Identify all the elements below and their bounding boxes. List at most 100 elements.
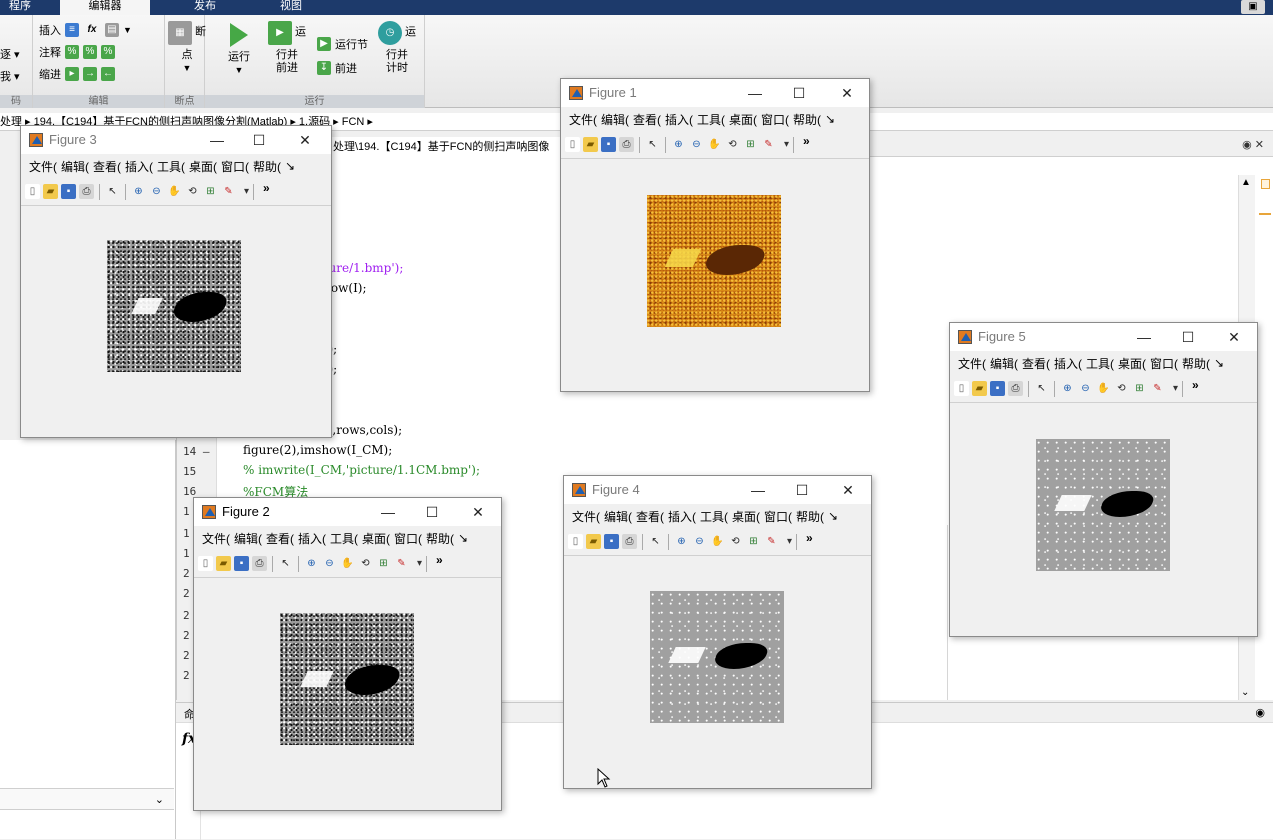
- figure-3-titlebar[interactable]: Figure 3 — ☐ ✕: [21, 126, 331, 154]
- figure-5-window[interactable]: Figure 5 — ☐ ✕ 文件(编辑(查看(插入(工具(桌面(窗口(帮助(↘…: [949, 322, 1258, 637]
- run-and-advance-button[interactable]: ▶ 运行并 前进: [267, 21, 307, 75]
- figure-3-window[interactable]: Figure 3 — ☐ ✕ 文件(编辑(查看(插入(工具(桌面(窗口(帮助(↘…: [20, 125, 332, 438]
- figure-canvas[interactable]: [21, 206, 331, 437]
- data-cursor-icon[interactable]: ⊞: [376, 556, 391, 571]
- figure-menu-item[interactable]: 编辑(: [234, 530, 262, 547]
- maximize-button[interactable]: ☐: [785, 83, 813, 103]
- zoom-in-icon[interactable]: ⊕: [671, 137, 686, 152]
- zoom-out-icon[interactable]: ⊖: [692, 534, 707, 549]
- figure-menu-item[interactable]: 插入(: [298, 530, 326, 547]
- chevron-down-icon[interactable]: ▾: [779, 137, 794, 152]
- maximize-button[interactable]: ☐: [1174, 327, 1202, 347]
- close-button[interactable]: ✕: [1220, 327, 1248, 347]
- save-icon[interactable]: ▪: [990, 381, 1005, 396]
- tab-publish[interactable]: 发布: [172, 0, 238, 15]
- ribbon-item[interactable]: 逐 ▾: [0, 45, 20, 63]
- warning-marker[interactable]: [1259, 213, 1271, 215]
- open-file-icon[interactable]: ▰: [583, 137, 598, 152]
- figure-4-window[interactable]: Figure 4 — ☐ ✕ 文件(编辑(查看(插入(工具(桌面(窗口(帮助(↘…: [563, 475, 872, 789]
- open-file-icon[interactable]: ▰: [586, 534, 601, 549]
- zoom-in-icon[interactable]: ⊕: [674, 534, 689, 549]
- zoom-in-icon[interactable]: ⊕: [131, 184, 146, 199]
- figure-menu-item[interactable]: 工具(: [330, 530, 358, 547]
- increase-indent-icon[interactable]: →: [83, 67, 97, 81]
- figure-menu-item[interactable]: 文件(: [29, 158, 57, 175]
- figure-menu-item[interactable]: 帮助(: [796, 508, 824, 525]
- smart-indent-icon[interactable]: ▸: [65, 67, 79, 81]
- close-button[interactable]: ✕: [291, 130, 319, 150]
- chevron-down-icon[interactable]: ▾: [782, 534, 797, 549]
- toolbar-overflow-button[interactable]: »: [1192, 378, 1199, 392]
- new-figure-icon[interactable]: ▯: [565, 137, 580, 152]
- save-icon[interactable]: ▪: [234, 556, 249, 571]
- details-dropdown[interactable]: ⌄: [0, 788, 174, 810]
- figure-menu-item[interactable]: 编辑(: [604, 508, 632, 525]
- save-icon[interactable]: ▪: [604, 534, 619, 549]
- figure-menu-item[interactable]: 插入(: [1054, 355, 1082, 372]
- close-button[interactable]: ✕: [833, 83, 861, 103]
- figure-2-titlebar[interactable]: Figure 2 — ☐ ✕: [194, 498, 501, 526]
- rotate-3d-icon[interactable]: ⟲: [728, 534, 743, 549]
- figure-menu-item[interactable]: 查看(: [636, 508, 664, 525]
- fx-icon[interactable]: fx: [83, 23, 101, 37]
- ribbon-item[interactable]: 我 ▾: [0, 67, 20, 85]
- toolbar-overflow-button[interactable]: »: [803, 134, 810, 148]
- open-file-icon[interactable]: ▰: [972, 381, 987, 396]
- figure-4-titlebar[interactable]: Figure 4 — ☐ ✕: [564, 476, 871, 504]
- chevron-down-icon[interactable]: ⌄: [155, 793, 164, 806]
- figure-menu-item[interactable]: ↘: [285, 159, 295, 173]
- insert-button[interactable]: 插入: [39, 22, 61, 38]
- save-icon[interactable]: ▪: [601, 137, 616, 152]
- figure-2-window[interactable]: Figure 2 — ☐ ✕ 文件(编辑(查看(插入(工具(桌面(窗口(帮助(↘…: [193, 497, 502, 811]
- chevron-down-icon[interactable]: ▾: [239, 184, 254, 199]
- print-icon[interactable]: ⎙: [619, 137, 634, 152]
- figure-menu-item[interactable]: 桌面(: [1118, 355, 1146, 372]
- figure-menu-item[interactable]: 文件(: [958, 355, 986, 372]
- chevron-down-icon[interactable]: ▾: [1168, 381, 1183, 396]
- figure-menu-item[interactable]: 插入(: [665, 111, 693, 128]
- scroll-down-icon[interactable]: ⌄: [1241, 687, 1249, 698]
- zoom-out-icon[interactable]: ⊖: [322, 556, 337, 571]
- zoom-out-icon[interactable]: ⊖: [1078, 381, 1093, 396]
- maximize-button[interactable]: ☐: [788, 480, 816, 500]
- panel-menu-icon[interactable]: ◉: [1255, 706, 1265, 719]
- decrease-indent-icon[interactable]: ←: [101, 67, 115, 81]
- data-cursor-icon[interactable]: ⊞: [203, 184, 218, 199]
- open-file-icon[interactable]: ▰: [216, 556, 231, 571]
- figure-menu-item[interactable]: 编辑(: [61, 158, 89, 175]
- figure-menu-item[interactable]: 窗口(: [1150, 355, 1178, 372]
- insert-function-icon[interactable]: ▤: [105, 23, 119, 37]
- brush-icon[interactable]: ✎: [394, 556, 409, 571]
- minimize-button[interactable]: —: [741, 83, 769, 103]
- figure-menu-item[interactable]: ↘: [458, 531, 468, 545]
- figure-canvas[interactable]: [950, 403, 1257, 636]
- pan-hand-icon[interactable]: ✋: [1096, 381, 1111, 396]
- figure-menu-item[interactable]: 查看(: [93, 158, 121, 175]
- close-panel-icon[interactable]: ◉ ✕: [1242, 138, 1264, 151]
- figure-1-window[interactable]: Figure 1 — ☐ ✕ 文件(编辑(查看(插入(工具(桌面(窗口(帮助(↘…: [560, 78, 870, 392]
- editor-file-tab[interactable]: 处理\194.【C194】基于FCN的侧扫声呐图像: [327, 137, 563, 157]
- minimize-button[interactable]: —: [1130, 327, 1158, 347]
- new-figure-icon[interactable]: ▯: [25, 184, 40, 199]
- layout-icon[interactable]: ▣: [1241, 0, 1265, 14]
- pan-hand-icon[interactable]: ✋: [710, 534, 725, 549]
- figure-canvas[interactable]: [194, 578, 501, 810]
- brush-icon[interactable]: ✎: [1150, 381, 1165, 396]
- brush-icon[interactable]: ✎: [221, 184, 236, 199]
- tab-editor[interactable]: 编辑器: [60, 0, 150, 15]
- figure-5-titlebar[interactable]: Figure 5 — ☐ ✕: [950, 323, 1257, 351]
- code-line[interactable]: figure(2),imshow(I_CM);: [243, 443, 392, 457]
- pan-hand-icon[interactable]: ✋: [340, 556, 355, 571]
- figure-menu-item[interactable]: 窗口(: [221, 158, 249, 175]
- new-figure-icon[interactable]: ▯: [568, 534, 583, 549]
- minimize-button[interactable]: —: [203, 130, 231, 150]
- zoom-out-icon[interactable]: ⊖: [149, 184, 164, 199]
- toolbar-overflow-button[interactable]: »: [806, 531, 813, 545]
- figure-menu-item[interactable]: ↘: [1214, 356, 1224, 370]
- comment-button[interactable]: 注释: [39, 44, 61, 60]
- tab-view[interactable]: 视图: [258, 0, 324, 15]
- zoom-in-icon[interactable]: ⊕: [1060, 381, 1075, 396]
- print-icon[interactable]: ⎙: [79, 184, 94, 199]
- code-line[interactable]: % imwrite(I_CM,'picture/1.1CM.bmp');: [243, 463, 480, 477]
- figure-menu-item[interactable]: 窗口(: [394, 530, 422, 547]
